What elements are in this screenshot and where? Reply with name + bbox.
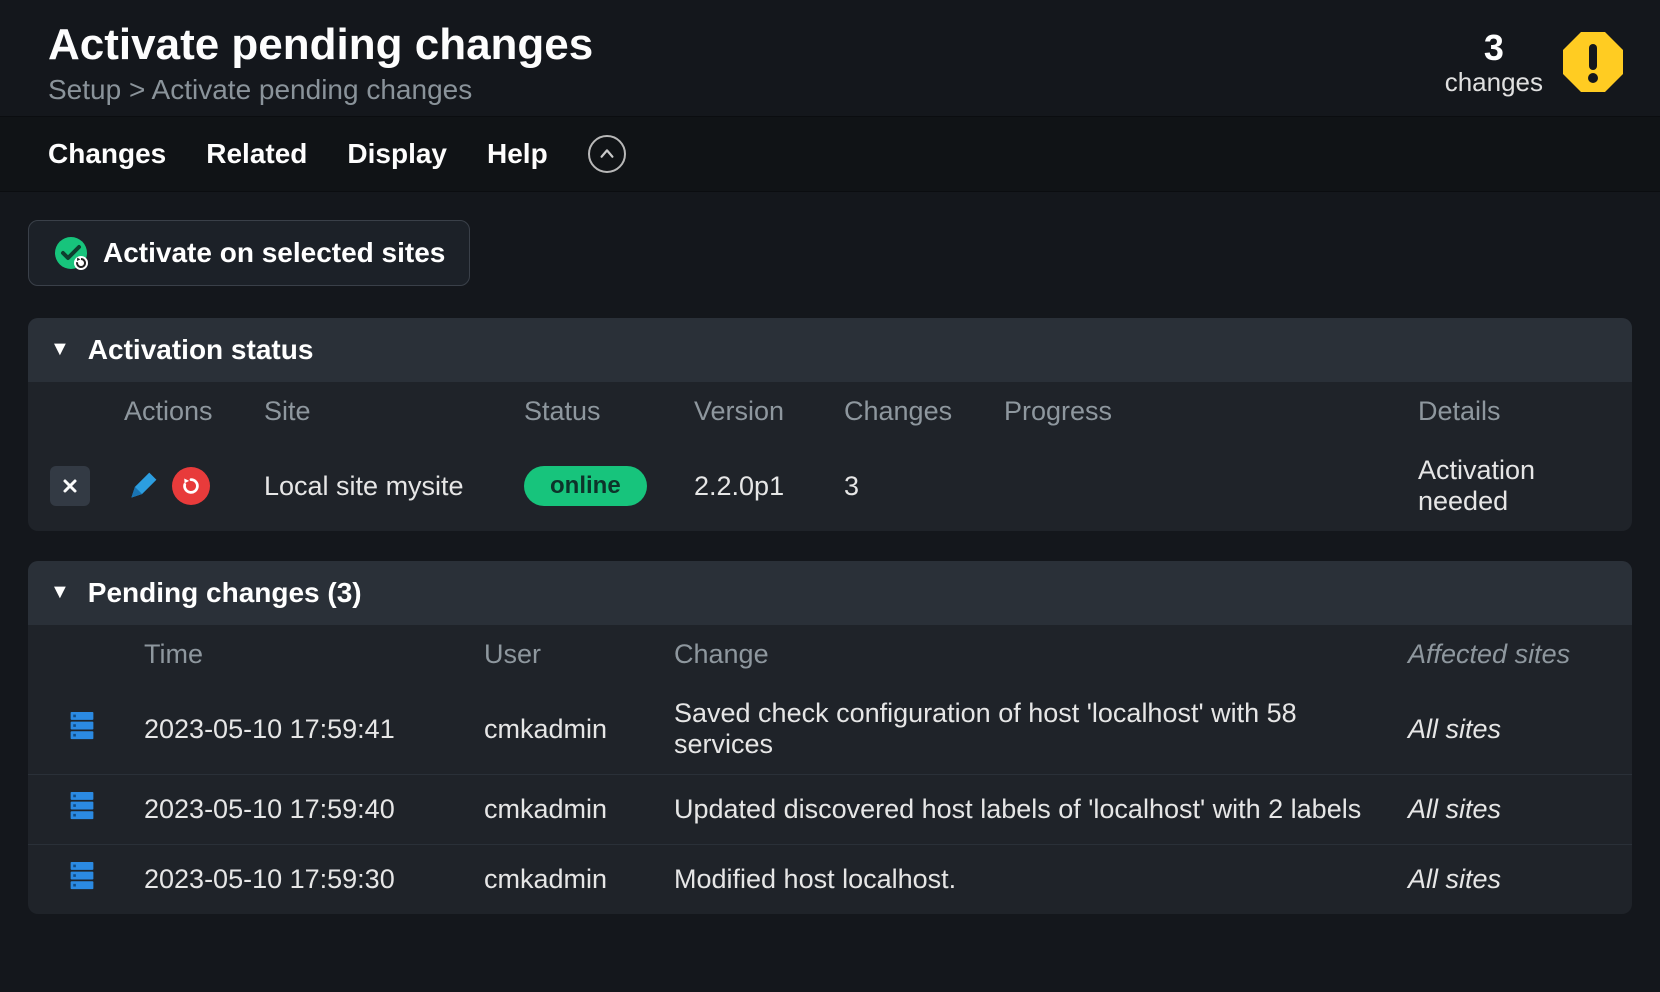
change-text: Modified host localhost.	[658, 845, 1392, 915]
change-text: Saved check configuration of host 'local…	[658, 684, 1392, 775]
col-user: User	[468, 625, 658, 684]
col-actions: Actions	[108, 382, 248, 441]
toolbar: Activate on selected sites	[0, 192, 1660, 318]
host-icon	[68, 709, 100, 747]
changes-count-number: 3	[1484, 28, 1504, 68]
change-user: cmkadmin	[468, 845, 658, 915]
activation-status-header[interactable]: ▼ Activation status	[28, 318, 1632, 382]
activation-status-panel: ▼ Activation status Actions Site Status …	[28, 318, 1632, 531]
tabbar: Changes Related Display Help	[0, 116, 1660, 192]
page-title: Activate pending changes	[48, 20, 593, 70]
col-affected: Affected sites	[1392, 625, 1632, 684]
tab-related[interactable]: Related	[206, 138, 307, 170]
pending-row: 2023-05-10 17:59:30cmkadminModified host…	[28, 845, 1632, 915]
collapse-toolbar-icon[interactable]	[588, 135, 626, 173]
change-user: cmkadmin	[468, 684, 658, 775]
change-text: Updated discovered host labels of 'local…	[658, 775, 1392, 845]
pending-changes-table: Time User Change Affected sites 2023-05-…	[28, 625, 1632, 914]
collapse-triangle-icon: ▼	[50, 338, 70, 361]
breadcrumb[interactable]: Setup > Activate pending changes	[48, 74, 593, 106]
col-blank	[28, 625, 128, 684]
pending-row: 2023-05-10 17:59:40cmkadminUpdated disco…	[28, 775, 1632, 845]
activation-status-table: Actions Site Status Version Changes Prog…	[28, 382, 1632, 531]
col-change: Change	[658, 625, 1392, 684]
tab-changes[interactable]: Changes	[48, 138, 166, 170]
page-header: Activate pending changes Setup > Activat…	[0, 0, 1660, 116]
col-site: Site	[248, 382, 508, 441]
edit-icon[interactable]	[124, 467, 162, 505]
tab-display[interactable]: Display	[347, 138, 447, 170]
col-progress: Progress	[988, 382, 1402, 441]
col-blank	[28, 382, 108, 441]
change-time: 2023-05-10 17:59:30	[128, 845, 468, 915]
col-status: Status	[508, 382, 678, 441]
host-icon	[68, 789, 100, 827]
change-affected: All sites	[1392, 775, 1632, 845]
site-progress	[988, 441, 1402, 531]
activate-button-label: Activate on selected sites	[103, 237, 445, 269]
tab-help[interactable]: Help	[487, 138, 548, 170]
site-details: Activation needed	[1402, 441, 1632, 531]
change-affected: All sites	[1392, 845, 1632, 915]
site-name: Local site mysite	[248, 441, 508, 531]
deselect-site-button[interactable]	[50, 466, 90, 506]
collapse-triangle-icon: ▼	[50, 581, 70, 604]
activate-icon	[53, 235, 89, 271]
change-user: cmkadmin	[468, 775, 658, 845]
site-row: Local site mysite online 2.2.0p1 3 Activ…	[28, 441, 1632, 531]
warning-icon[interactable]	[1561, 30, 1625, 94]
host-icon	[68, 859, 100, 897]
activate-on-selected-button[interactable]: Activate on selected sites	[28, 220, 470, 286]
pending-row: 2023-05-10 17:59:41cmkadminSaved check c…	[28, 684, 1632, 775]
pending-changes-title: Pending changes (3)	[88, 577, 362, 609]
change-time: 2023-05-10 17:59:40	[128, 775, 468, 845]
restart-icon[interactable]	[172, 467, 210, 505]
col-time: Time	[128, 625, 468, 684]
status-badge: online	[524, 466, 647, 506]
actions-cell	[124, 467, 232, 505]
header-right: 3 changes	[1445, 20, 1625, 96]
activation-status-title: Activation status	[88, 334, 314, 366]
change-affected: All sites	[1392, 684, 1632, 775]
site-version: 2.2.0p1	[678, 441, 828, 531]
pending-changes-panel: ▼ Pending changes (3) Time User Change A…	[28, 561, 1632, 914]
col-details: Details	[1402, 382, 1632, 441]
change-time: 2023-05-10 17:59:41	[128, 684, 468, 775]
header-left: Activate pending changes Setup > Activat…	[48, 20, 593, 106]
changes-counter[interactable]: 3 changes	[1445, 28, 1543, 96]
changes-count-label: changes	[1445, 68, 1543, 97]
pending-changes-header[interactable]: ▼ Pending changes (3)	[28, 561, 1632, 625]
col-version: Version	[678, 382, 828, 441]
col-changes: Changes	[828, 382, 988, 441]
site-changes: 3	[828, 441, 988, 531]
